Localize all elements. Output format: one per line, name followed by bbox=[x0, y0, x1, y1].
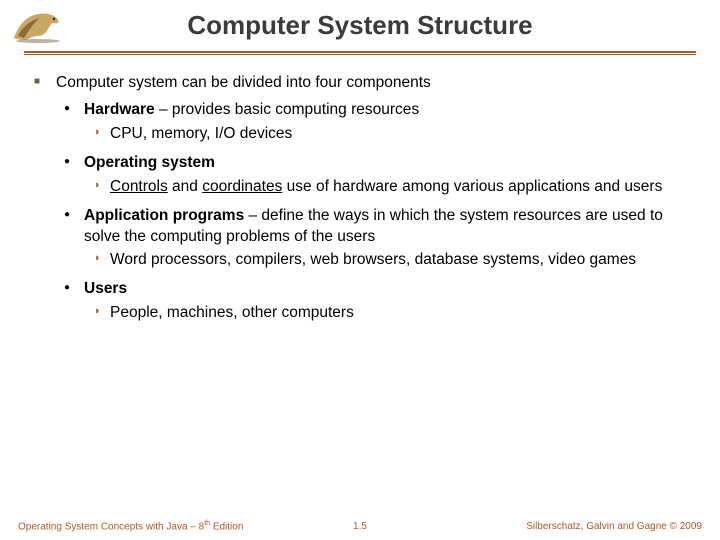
footer-right: Silberschatz, Galvin and Gagne © 2009 bbox=[526, 521, 702, 532]
bullet-main: Computer system can be divided into four… bbox=[34, 73, 686, 324]
sub-item: Word processors, compilers, web browsers… bbox=[94, 250, 686, 271]
bullet-hardware: Hardware – provides basic computing reso… bbox=[64, 100, 686, 145]
bullet-os: Operating system Controls and coordinate… bbox=[64, 153, 686, 198]
slide-body: Computer system can be divided into four… bbox=[0, 55, 720, 324]
bullet-users: Users People, machines, other computers bbox=[64, 279, 686, 324]
sub-item: Controls and coordinates use of hardware… bbox=[94, 177, 686, 198]
u-coordinates: coordinates bbox=[202, 178, 282, 195]
slide-footer: Operating System Concepts with Java – 8t… bbox=[0, 521, 720, 532]
title-rule bbox=[24, 51, 696, 55]
label: Hardware bbox=[84, 101, 155, 118]
slide-header: Computer System Structure bbox=[0, 0, 720, 55]
footer-left: Operating System Concepts with Java – 8t… bbox=[18, 520, 243, 532]
desc: – provides basic computing resources bbox=[155, 101, 420, 118]
u-controls: Controls bbox=[110, 178, 168, 195]
label: Users bbox=[84, 280, 127, 297]
label: Application programs bbox=[84, 207, 244, 224]
label: Operating system bbox=[84, 154, 215, 171]
bullet-main-text: Computer system can be divided into four… bbox=[56, 74, 431, 91]
dinosaur-logo bbox=[8, 6, 68, 44]
sub-item: People, machines, other computers bbox=[94, 303, 686, 324]
bullet-apps: Application programs – define the ways i… bbox=[64, 206, 686, 272]
sub-item: CPU, memory, I/O devices bbox=[94, 124, 686, 145]
slide-title: Computer System Structure bbox=[0, 10, 720, 51]
